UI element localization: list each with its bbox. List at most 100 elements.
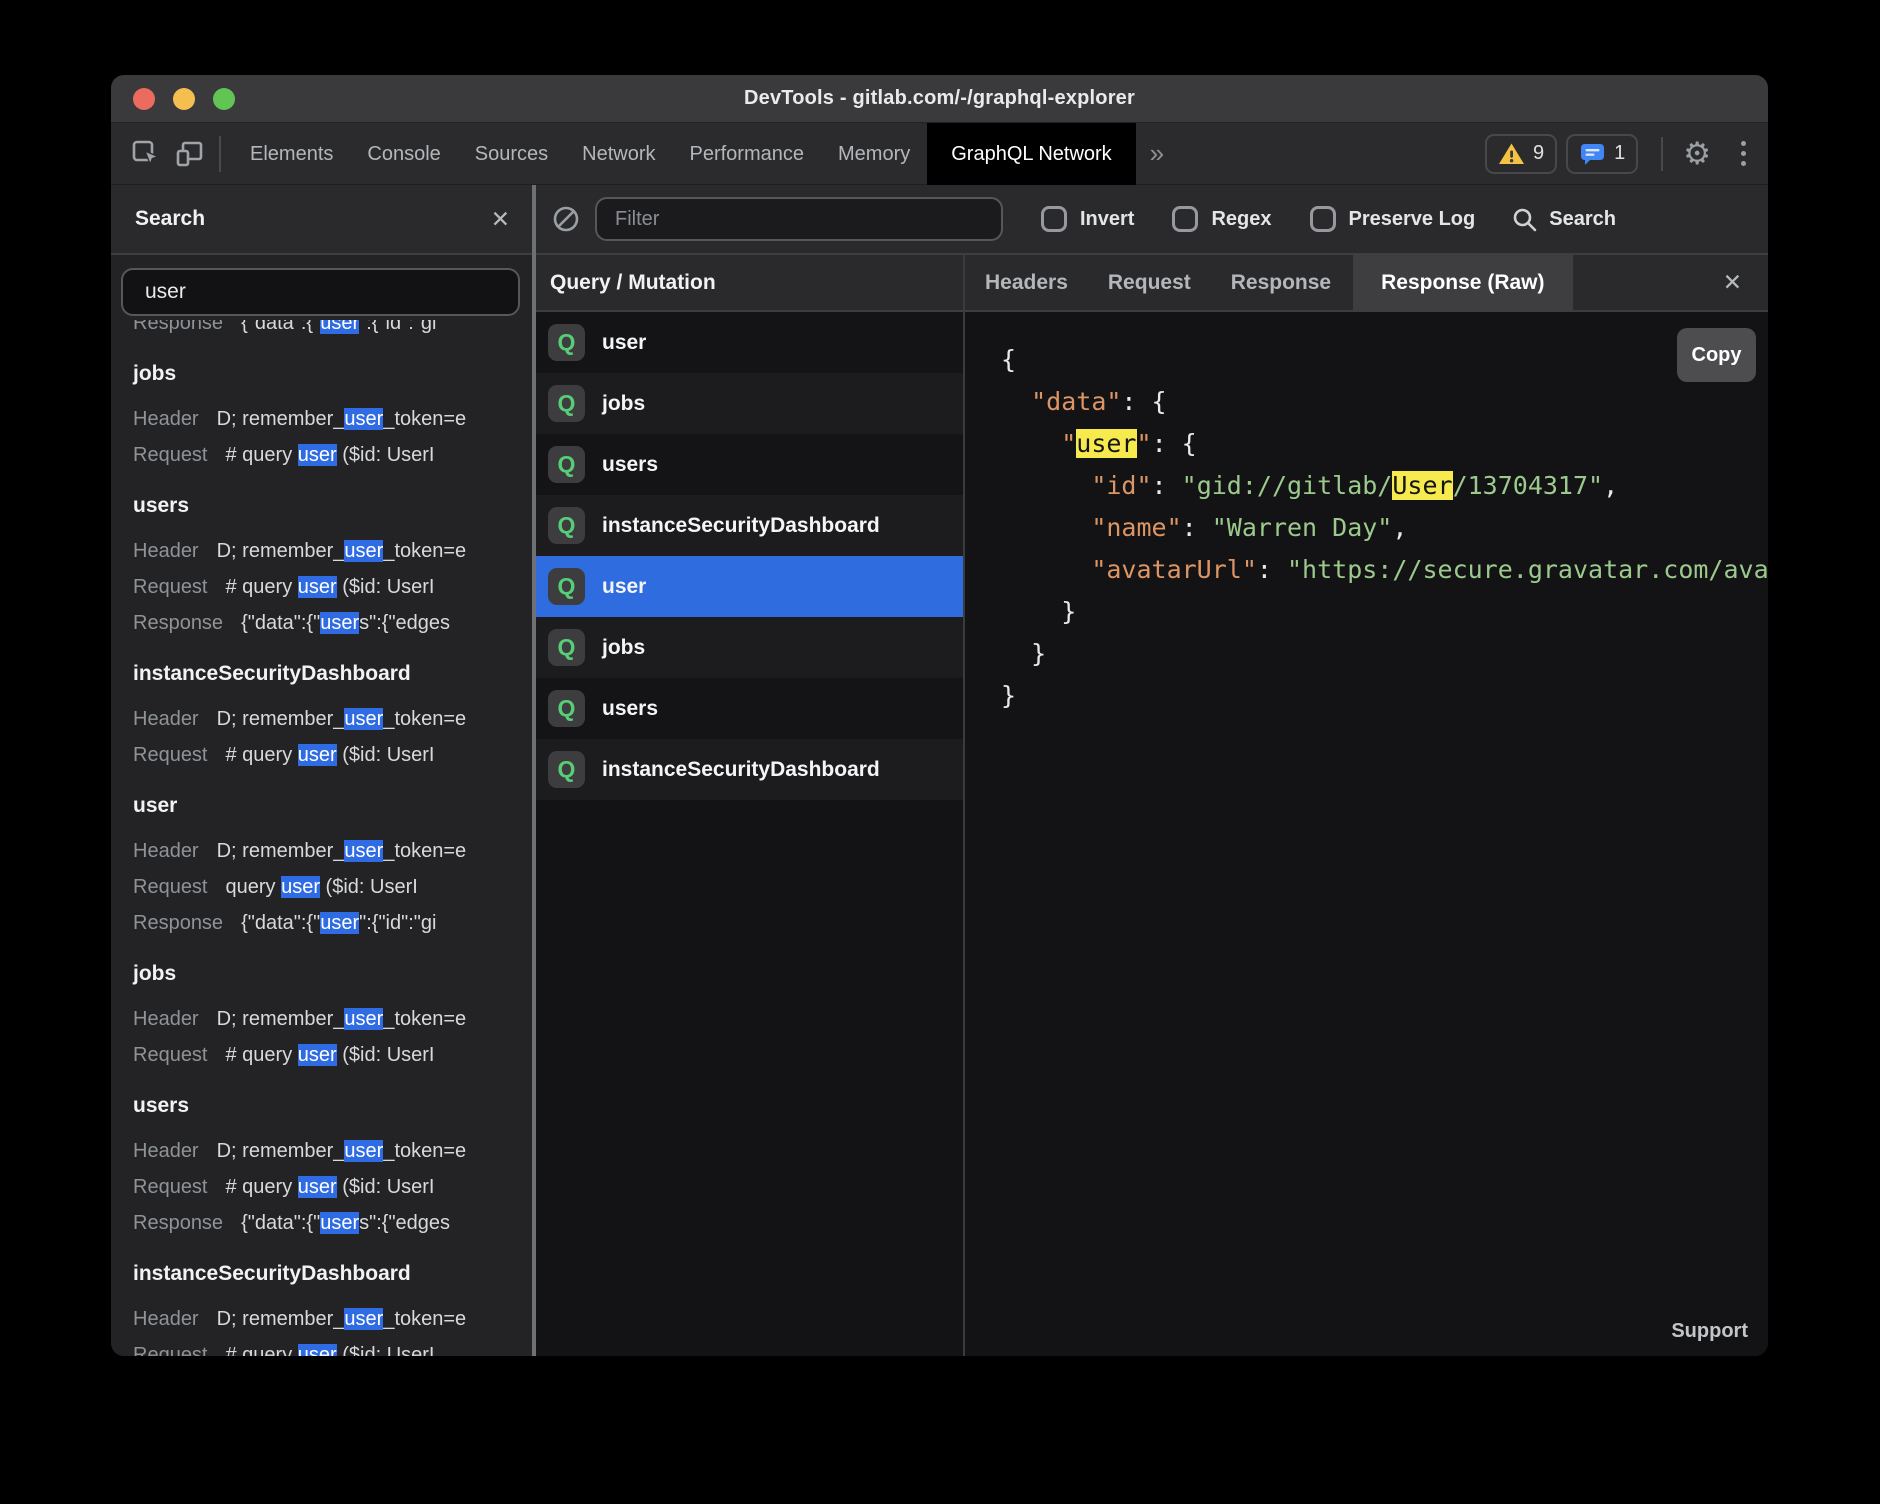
search-panel-title: Search	[135, 207, 205, 231]
result-row-label: Header	[133, 408, 199, 430]
result-row[interactable]: HeaderD; remember_user_token=e	[133, 1301, 532, 1337]
tabbar-divider-2	[1661, 137, 1663, 171]
result-text: ($id: UserI	[337, 1176, 435, 1198]
close-response-panel[interactable]: ✕	[1697, 255, 1768, 310]
result-row-value: # query user ($id: UserI	[226, 1344, 435, 1356]
inspect-icon[interactable]	[129, 137, 163, 171]
tab-elements[interactable]: Elements	[233, 123, 350, 185]
query-item[interactable]: Quser	[536, 312, 963, 373]
tab-graphql-network-active[interactable]: GraphQL Network	[927, 123, 1135, 185]
match-highlight: user	[344, 1140, 383, 1162]
query-item[interactable]: Qusers	[536, 434, 963, 495]
tab-console[interactable]: Console	[350, 123, 457, 185]
warning-icon	[1498, 142, 1525, 166]
device-toolbar-icon[interactable]	[173, 137, 207, 171]
checkbox-regex[interactable]: Regex	[1172, 206, 1271, 232]
result-row[interactable]: HeaderD; remember_user_token=e	[133, 1133, 532, 1169]
query-list: QuserQjobsQusersQinstanceSecurityDashboa…	[536, 312, 963, 1356]
result-row-label: Response	[133, 1212, 223, 1234]
network-area: Invert Regex Preserve Log Search Query / M…	[536, 185, 1768, 1356]
result-row-label: Response	[133, 912, 223, 934]
checkbox-preserve-log[interactable]: Preserve Log	[1310, 206, 1476, 232]
support-link[interactable]: Support	[1671, 1320, 1748, 1343]
query-badge-icon: Q	[548, 690, 585, 727]
result-row-value: D; remember_user_token=e	[217, 840, 467, 862]
json-token: {	[1001, 345, 1016, 374]
query-list-header: Query / Mutation	[536, 255, 963, 312]
result-text: _token=e	[383, 1140, 466, 1162]
minimize-window-button[interactable]	[173, 88, 195, 110]
query-item[interactable]: Qjobs	[536, 617, 963, 678]
zoom-window-button[interactable]	[213, 88, 235, 110]
kebab-menu-icon[interactable]	[1717, 141, 1768, 166]
json-token: ,	[1603, 471, 1618, 500]
issues-badge[interactable]: 1	[1566, 134, 1638, 174]
result-text: _token=e	[383, 408, 466, 430]
match-highlight: user	[344, 708, 383, 730]
result-text: ":{"id":"gi	[359, 912, 436, 934]
chevron-double-icon[interactable]: »	[1136, 138, 1178, 169]
query-item[interactable]: QinstanceSecurityDashboard	[536, 495, 963, 556]
query-item-selected[interactable]: Quser	[536, 556, 963, 617]
result-text: _token=e	[383, 708, 466, 730]
result-row[interactable]: Response {"data":{"user":{"id":"gi	[133, 905, 532, 941]
match-highlight: user	[298, 1344, 337, 1356]
result-row-label: Header	[133, 708, 199, 730]
json-line: {	[1001, 339, 1768, 381]
query-item-label: users	[602, 453, 658, 477]
result-row[interactable]: Request # query user ($id: UserI	[133, 1169, 532, 1205]
tab-headers[interactable]: Headers	[965, 255, 1088, 310]
tab-sources[interactable]: Sources	[458, 123, 565, 185]
filter-input[interactable]	[595, 197, 1003, 241]
json-line: }	[1001, 675, 1768, 717]
result-row[interactable]: Request# query user ($id: UserI	[133, 1037, 532, 1073]
close-search-panel-icon[interactable]: ✕	[491, 208, 510, 231]
result-row-value: {"data":{"user":{"id":"gi	[241, 912, 436, 934]
result-row[interactable]: Response{"data":{"user":{"id":"gi	[133, 320, 532, 341]
result-row-label: Request	[133, 1176, 208, 1198]
network-toolbar: Invert Regex Preserve Log Search	[536, 185, 1768, 255]
result-row[interactable]: HeaderD; remember_user_token=e	[133, 1001, 532, 1037]
tab-performance[interactable]: Performance	[673, 123, 822, 185]
toolbar-search[interactable]: Search	[1511, 206, 1616, 233]
result-row[interactable]: Requestquery user ($id: UserI	[133, 869, 532, 905]
json-token: "Warren Day"	[1212, 513, 1393, 542]
query-item[interactable]: Qusers	[536, 678, 963, 739]
tab-memory[interactable]: Memory	[821, 123, 927, 185]
result-row[interactable]: Response{"data":{"users":{"edges	[133, 605, 532, 641]
tab-network[interactable]: Network	[565, 123, 672, 185]
result-row-label: Header	[133, 840, 199, 862]
gear-icon[interactable]: ⚙	[1677, 136, 1717, 172]
checkbox-box	[1041, 206, 1067, 232]
result-text: {"data":{"	[241, 320, 320, 334]
tab-response-raw-active[interactable]: Response (Raw)	[1353, 255, 1572, 310]
warnings-badge[interactable]: 9	[1485, 134, 1557, 174]
checkbox-invert[interactable]: Invert	[1041, 206, 1134, 232]
result-row[interactable]: Request# query user ($id: UserI	[133, 437, 532, 473]
result-row[interactable]: HeaderD; remember_user_token=e	[133, 533, 532, 569]
json-token: "name"	[1091, 513, 1181, 542]
clear-filter-icon[interactable]	[551, 204, 581, 234]
result-row[interactable]: Header D; remember_user_token=e	[133, 833, 532, 869]
result-row[interactable]: Request# query user ($id: UserI	[133, 569, 532, 605]
result-row[interactable]: HeaderD; remember_user_token=e	[133, 701, 532, 737]
result-row[interactable]: Request# query user ($id: UserI	[133, 1337, 532, 1356]
tab-request[interactable]: Request	[1088, 255, 1211, 310]
query-item[interactable]: QinstanceSecurityDashboard	[536, 739, 963, 800]
result-row[interactable]: Response{"data":{"users":{"edges	[133, 1205, 532, 1241]
content-row: Query / Mutation QuserQjobsQusersQinstan…	[536, 255, 1768, 1356]
result-row-label: Request	[133, 876, 208, 898]
result-row-value: # query user ($id: UserI	[226, 1176, 435, 1198]
result-text: {"data":{"	[241, 1212, 320, 1234]
result-text: # query	[226, 1044, 298, 1066]
result-row[interactable]: Request# query user ($id: UserI	[133, 737, 532, 773]
result-row-value: # query user ($id: UserI	[226, 576, 435, 598]
close-window-button[interactable]	[133, 88, 155, 110]
result-row[interactable]: HeaderD; remember_user_token=e	[133, 401, 532, 437]
tab-response[interactable]: Response	[1211, 255, 1351, 310]
search-input[interactable]	[121, 268, 520, 316]
response-raw-content: Copy { "data": { "user": { "id": "gid://…	[965, 312, 1768, 1356]
query-item[interactable]: Qjobs	[536, 373, 963, 434]
devtools-tabbar: ElementsConsoleSourcesNetworkPerformance…	[111, 123, 1768, 185]
copy-button[interactable]: Copy	[1677, 328, 1756, 382]
